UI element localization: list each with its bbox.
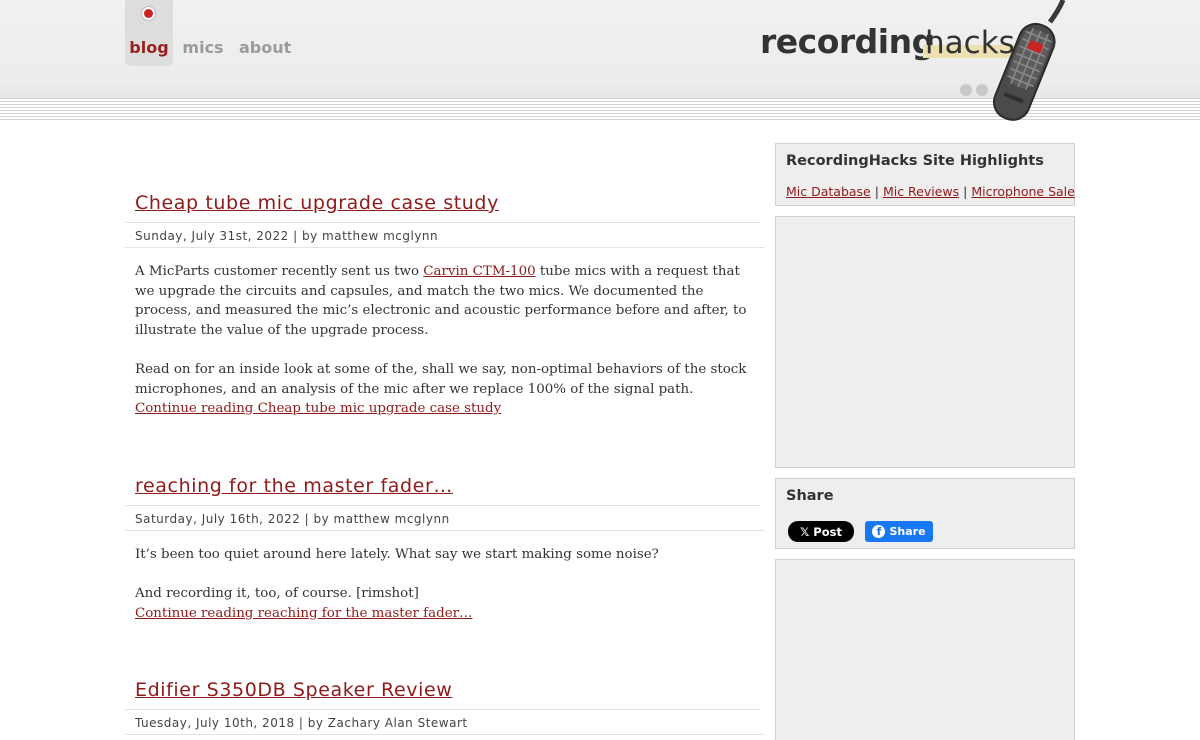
share-box: Share 𝕏 Post f Share: [775, 478, 1075, 549]
meta-divider: [125, 247, 765, 248]
post-paragraph: A MicParts customer recently sent us two…: [135, 262, 760, 340]
ad-placeholder: [775, 216, 1075, 468]
post-meta: Sunday, July 31st, 2022 | by matthew mcg…: [135, 229, 439, 243]
mic-database-link[interactable]: Mic Database: [786, 184, 871, 199]
title-divider: [125, 505, 760, 506]
nav-tab-label: blog: [129, 38, 169, 57]
site-highlights-links: Mic Database | Mic Reviews | Microphone …: [786, 184, 1075, 199]
meta-divider: [125, 530, 765, 531]
post-body: It’s been too quiet around here lately. …: [135, 545, 760, 623]
facebook-icon: f: [872, 525, 886, 538]
paragraph-text: Read on for an inside look at some of th…: [135, 361, 747, 397]
microphone-icon: [960, 0, 1066, 121]
facebook-share-label: Share: [889, 525, 926, 538]
meta-divider: [125, 734, 765, 735]
active-indicator-icon: [144, 9, 153, 18]
continue-reading-link[interactable]: Continue reading reaching for the master…: [135, 606, 472, 621]
mic-reviews-link[interactable]: Mic Reviews: [883, 184, 959, 199]
nav-tab-label: mics: [182, 38, 224, 57]
inline-link-carvin[interactable]: Carvin CTM-100: [423, 264, 535, 279]
post-paragraph: Read on for an inside look at some of th…: [135, 360, 760, 419]
post-title-link[interactable]: Cheap tube mic upgrade case study: [135, 192, 499, 214]
post-title-link[interactable]: Edifier S350DB Speaker Review: [135, 679, 452, 701]
continue-reading-link[interactable]: Continue reading Cheap tube mic upgrade …: [135, 401, 501, 416]
ad-placeholder: [775, 559, 1075, 740]
nav-tab-label: about: [239, 38, 292, 57]
post-meta: Tuesday, July 10th, 2018 | by Zachary Al…: [135, 716, 468, 730]
nav-tab-about[interactable]: about: [239, 0, 292, 66]
link-separator: |: [963, 184, 968, 199]
post-title-link[interactable]: reaching for the master fader…: [135, 475, 453, 497]
post-paragraph: It’s been too quiet around here lately. …: [135, 547, 659, 562]
paragraph-text: A MicParts customer recently sent us two: [135, 264, 424, 279]
x-logo-icon: 𝕏: [800, 524, 810, 539]
microphone-sale-link[interactable]: Microphone Sale: [971, 184, 1075, 199]
share-title: Share: [786, 488, 834, 504]
logo-text-recording: recording: [760, 22, 935, 61]
link-separator: |: [874, 184, 879, 199]
nav-tab-blog[interactable]: blog: [125, 0, 173, 66]
post-body: A MicParts customer recently sent us two…: [135, 262, 760, 419]
title-divider: [125, 709, 760, 710]
title-divider: [125, 222, 760, 223]
x-post-label: Post: [813, 524, 842, 539]
nav-tab-mics[interactable]: mics: [181, 0, 225, 66]
site-highlights-box: RecordingHacks Site Highlights Mic Datab…: [775, 143, 1075, 206]
post-meta: Saturday, July 16th, 2022 | by matthew m…: [135, 512, 450, 526]
paragraph-text: And recording it, too, of course. [rimsh…: [135, 586, 419, 602]
x-post-button[interactable]: 𝕏 Post: [788, 521, 854, 542]
site-highlights-title: RecordingHacks Site Highlights: [786, 153, 1044, 169]
facebook-share-button[interactable]: f Share: [865, 521, 933, 542]
post-paragraph: And recording it, too, of course. [rimsh…: [135, 584, 760, 623]
